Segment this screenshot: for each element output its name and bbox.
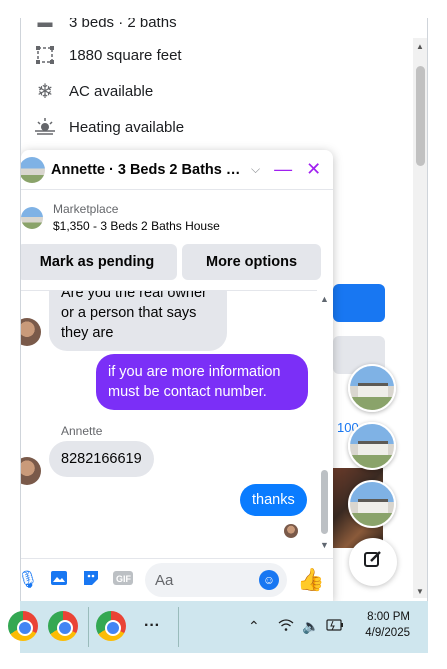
compose-icon xyxy=(363,549,383,575)
chat-avatar[interactable] xyxy=(21,156,45,183)
feature-heating: Heating available xyxy=(35,117,184,137)
message-list: Are you the real owner or a person that … xyxy=(21,290,317,554)
close-icon[interactable]: ✕ xyxy=(306,159,321,180)
feature-ac: ❄ AC available xyxy=(35,80,154,103)
svg-text:GIF: GIF xyxy=(116,574,132,584)
sticker-icon[interactable] xyxy=(81,569,101,592)
scroll-up-icon[interactable]: ▲ xyxy=(416,42,424,51)
page-scrollbar[interactable]: ▲ ▼ xyxy=(413,38,427,598)
outgoing-message: thanks xyxy=(240,484,307,516)
minimize-icon[interactable]: — xyxy=(274,159,292,180)
feature-label: Heating available xyxy=(69,118,185,136)
heating-icon xyxy=(35,117,55,137)
chat-window: Annette · 3 Beds 2 Baths H... ⌵ — ✕ Mark… xyxy=(21,150,333,601)
message-line: they are xyxy=(61,325,114,341)
house-thumbnail-icon xyxy=(358,441,388,455)
chevron-down-icon[interactable]: ⌵ xyxy=(251,162,260,177)
seen-avatar xyxy=(284,524,298,538)
taskbar-divider xyxy=(88,607,89,647)
microphone-icon[interactable]: 🎙 xyxy=(21,570,39,590)
sender-avatar[interactable] xyxy=(21,318,41,346)
chevron-up-icon[interactable]: ⌃ xyxy=(248,618,260,635)
chat-scrollbar-thumb[interactable] xyxy=(321,470,328,534)
clock-date: 4/9/2025 xyxy=(365,627,410,639)
new-message-button[interactable] xyxy=(349,538,397,586)
chat-head-2[interactable] xyxy=(348,422,396,470)
message-composer: 🎙 GIF Aa ☺ 👍 xyxy=(21,558,333,601)
volume-icon[interactable]: 🔈 xyxy=(302,618,319,635)
more-options-button[interactable]: More options xyxy=(182,244,321,280)
chat-head-3[interactable] xyxy=(348,480,396,528)
chat-scroll-down-icon[interactable]: ▼ xyxy=(320,540,329,550)
sender-avatar[interactable] xyxy=(21,457,41,485)
chat-title[interactable]: Annette · 3 Beds 2 Baths H... xyxy=(51,162,247,178)
message-line: must be contact number. xyxy=(108,384,267,400)
taskbar: ··· ⌃ 🔈 8:00 PM 4/9/2025 xyxy=(8,601,428,653)
incoming-message: Are you the real owner or a person that … xyxy=(49,290,227,351)
chrome-profile-icon[interactable] xyxy=(48,611,78,641)
message-line: thanks xyxy=(252,492,295,508)
chat-head-1[interactable] xyxy=(348,364,396,412)
gif-icon[interactable]: GIF xyxy=(113,570,133,591)
marketplace-listing-row[interactable]: Marketplace $1,350 - 3 Beds 2 Baths Hous… xyxy=(21,202,220,233)
chat-header[interactable]: Annette · 3 Beds 2 Baths H... ⌵ — ✕ xyxy=(21,150,333,190)
chat-scrollbar[interactable]: ▲ ▼ xyxy=(317,290,333,554)
chrome-profile-icon[interactable] xyxy=(96,611,126,641)
house-thumbnail-icon xyxy=(358,499,388,513)
feature-label: 1880 square feet xyxy=(69,46,182,64)
battery-icon[interactable] xyxy=(326,618,344,634)
outgoing-message: if you are more information must be cont… xyxy=(96,354,308,410)
system-clock[interactable]: 8:00 PM 4/9/2025 xyxy=(352,609,410,641)
emoji-icon[interactable]: ☺ xyxy=(259,570,279,590)
incoming-message: 8282166619 xyxy=(49,441,154,477)
sender-name: Annette xyxy=(61,424,103,438)
browser-window: ▬ 3 beds · 2 baths 1880 square feet ❄ AC… xyxy=(20,18,428,601)
feature-label: 3 beds · 2 baths xyxy=(69,18,177,31)
house-thumbnail-icon xyxy=(358,383,388,397)
listing-price-title: $1,350 - 3 Beds 2 Baths House xyxy=(53,219,220,233)
marketplace-label: Marketplace xyxy=(53,202,119,216)
scroll-down-icon[interactable]: ▼ xyxy=(416,587,424,596)
message-line: if you are more information xyxy=(108,364,281,380)
taskbar-divider xyxy=(178,607,179,647)
snowflake-icon: ❄ xyxy=(36,80,54,103)
mark-as-pending-button[interactable]: Mark as pending xyxy=(21,244,177,280)
feature-area: 1880 square feet xyxy=(35,45,182,65)
message-input[interactable]: Aa ☺ xyxy=(145,563,287,597)
thumbs-up-icon[interactable]: 👍 xyxy=(297,567,324,593)
wifi-icon[interactable] xyxy=(278,618,294,635)
more-apps-icon[interactable]: ··· xyxy=(144,617,160,635)
clock-time: 8:00 PM xyxy=(367,611,410,623)
message-input-placeholder: Aa xyxy=(155,571,174,589)
bed-icon: ▬ xyxy=(37,18,53,31)
message-line: 8282166619 xyxy=(61,451,142,467)
feature-label: AC available xyxy=(69,82,154,100)
area-icon xyxy=(35,45,55,65)
chrome-profile-icon[interactable] xyxy=(8,611,38,641)
listing-thumbnail xyxy=(21,206,43,229)
message-line: Are you the real owner xyxy=(61,290,207,301)
background-message-button[interactable] xyxy=(333,284,385,322)
message-line: or a person that says xyxy=(61,305,197,321)
page-scrollbar-thumb[interactable] xyxy=(416,66,425,166)
screen: ▬ 3 beds · 2 baths 1880 square feet ❄ AC… xyxy=(0,0,447,669)
chat-scroll-up-icon[interactable]: ▲ xyxy=(320,294,329,304)
feature-beds: ▬ 3 beds · 2 baths xyxy=(35,18,177,32)
photo-icon[interactable] xyxy=(49,569,69,592)
